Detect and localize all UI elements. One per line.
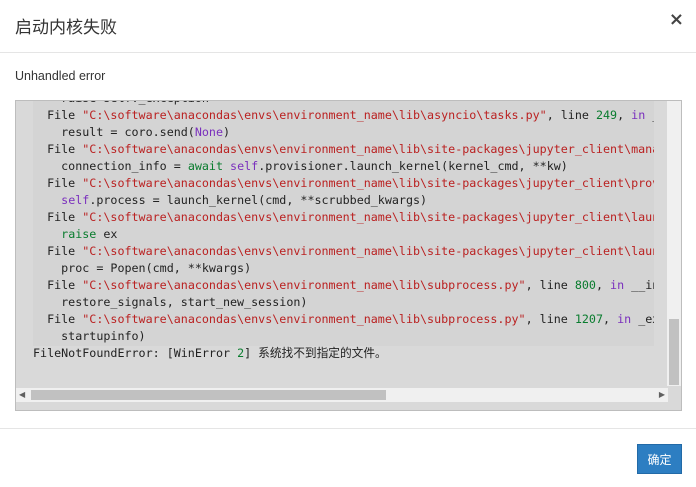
traceback-token: __step [645, 108, 654, 122]
traceback-token: .provisioner.launch_kernel(kernel_cmd, *… [258, 159, 568, 173]
traceback-text: raise self._exception File "C:\software\… [33, 101, 654, 362]
traceback-token: File [33, 108, 83, 122]
traceback-line: File "C:\software\anacondas\envs\environ… [33, 175, 654, 192]
traceback-token: "C:\software\anacondas\envs\environment_… [82, 312, 526, 326]
dialog-footer: 确定 [0, 428, 696, 487]
traceback-token: "C:\software\anacondas\envs\environment_… [82, 142, 654, 156]
traceback-line: restore_signals, start_new_session) [33, 294, 654, 311]
traceback-token: in [631, 108, 646, 122]
traceback-line: result = coro.send(None) [33, 124, 654, 141]
horizontal-scrollbar[interactable]: ◀ ▶ [16, 388, 668, 402]
vertical-scroll-thumb[interactable] [669, 319, 679, 385]
traceback-token: in [610, 278, 625, 292]
traceback-token: 1207 [574, 312, 603, 326]
traceback-token: .process = launch_kernel(cmd, **scrubbed… [89, 193, 428, 207]
traceback-token: File [33, 312, 83, 326]
traceback-token: __init__ [631, 278, 654, 292]
traceback-token: File [33, 278, 83, 292]
dialog-header: 启动内核失败 × [0, 0, 696, 53]
dialog-title: 启动内核失败 [15, 18, 117, 38]
traceback-token: None [194, 125, 223, 139]
traceback-token: connection_info = [33, 159, 188, 173]
traceback-viewport: raise self._exception File "C:\software\… [16, 101, 654, 385]
traceback-token: , line [546, 108, 596, 122]
traceback-line: File "C:\software\anacondas\envs\environ… [33, 107, 654, 124]
traceback-token: await [187, 159, 223, 173]
scroll-right-arrow-icon[interactable]: ▶ [659, 390, 665, 400]
traceback-token: File [33, 244, 83, 258]
traceback-token: ) [223, 125, 231, 139]
horizontal-scroll-thumb[interactable] [31, 390, 386, 400]
traceback-token: , line [525, 312, 575, 326]
traceback-token: startupinfo) [33, 329, 146, 343]
close-icon[interactable]: × [669, 10, 684, 30]
traceback-token: restore_signals, start_new_session) [33, 295, 308, 309]
traceback-token: "C:\software\anacondas\envs\environment_… [82, 278, 526, 292]
traceback-line: File "C:\software\anacondas\envs\environ… [33, 141, 654, 158]
traceback-line: proc = Popen(cmd, **kwargs) [33, 260, 654, 277]
traceback-token: FileNotFoundError: [WinError [33, 346, 238, 360]
traceback-line: File "C:\software\anacondas\envs\environ… [33, 277, 654, 294]
traceback-token: raise [61, 227, 97, 241]
traceback-token [33, 227, 61, 241]
vertical-scrollbar[interactable] [667, 101, 681, 386]
traceback-token: File [33, 210, 83, 224]
traceback-token: , [617, 108, 632, 122]
traceback-token: result = coro.send( [33, 125, 195, 139]
error-heading: Unhandled error [15, 69, 106, 83]
traceback-token: "C:\software\anacondas\envs\environment_… [82, 210, 654, 224]
traceback-token: "C:\software\anacondas\envs\environment_… [82, 176, 654, 190]
traceback-token: ex [96, 227, 118, 241]
traceback-token: in [617, 312, 632, 326]
traceback-token: 249 [595, 108, 618, 122]
traceback-token: 800 [574, 278, 596, 292]
scroll-left-arrow-icon[interactable]: ◀ [19, 390, 25, 400]
traceback-token: , line [525, 278, 575, 292]
traceback-token: self [230, 159, 259, 173]
traceback-token: raise self._exception [33, 101, 209, 105]
traceback-token: self [61, 193, 90, 207]
traceback-token [223, 159, 230, 173]
traceback-line: raise ex [33, 226, 654, 243]
ok-button[interactable]: 确定 [637, 444, 682, 474]
traceback-line: File "C:\software\anacondas\envs\environ… [33, 311, 654, 328]
traceback-token: "C:\software\anacondas\envs\environment_… [82, 108, 547, 122]
traceback-line: startupinfo) [33, 328, 654, 345]
traceback-token [33, 193, 61, 207]
traceback-line: File "C:\software\anacondas\envs\environ… [33, 209, 654, 226]
traceback-token: "C:\software\anacondas\envs\environment_… [82, 244, 654, 258]
traceback-token: ] 系统找不到指定的文件。 [244, 346, 387, 360]
traceback-line: FileNotFoundError: [WinError 2] 系统找不到指定的… [33, 345, 654, 362]
traceback-console[interactable]: raise self._exception File "C:\software\… [15, 100, 682, 411]
traceback-line: connection_info = await self.provisioner… [33, 158, 654, 175]
traceback-token: File [33, 176, 83, 190]
traceback-line: File "C:\software\anacondas\envs\environ… [33, 243, 654, 260]
traceback-token: , [603, 312, 618, 326]
traceback-token: _execute_child [638, 312, 654, 326]
traceback-token: proc = Popen(cmd, **kwargs) [33, 261, 252, 275]
traceback-token: , [595, 278, 611, 292]
traceback-token: File [33, 142, 83, 156]
traceback-line: self.process = launch_kernel(cmd, **scru… [33, 192, 654, 209]
